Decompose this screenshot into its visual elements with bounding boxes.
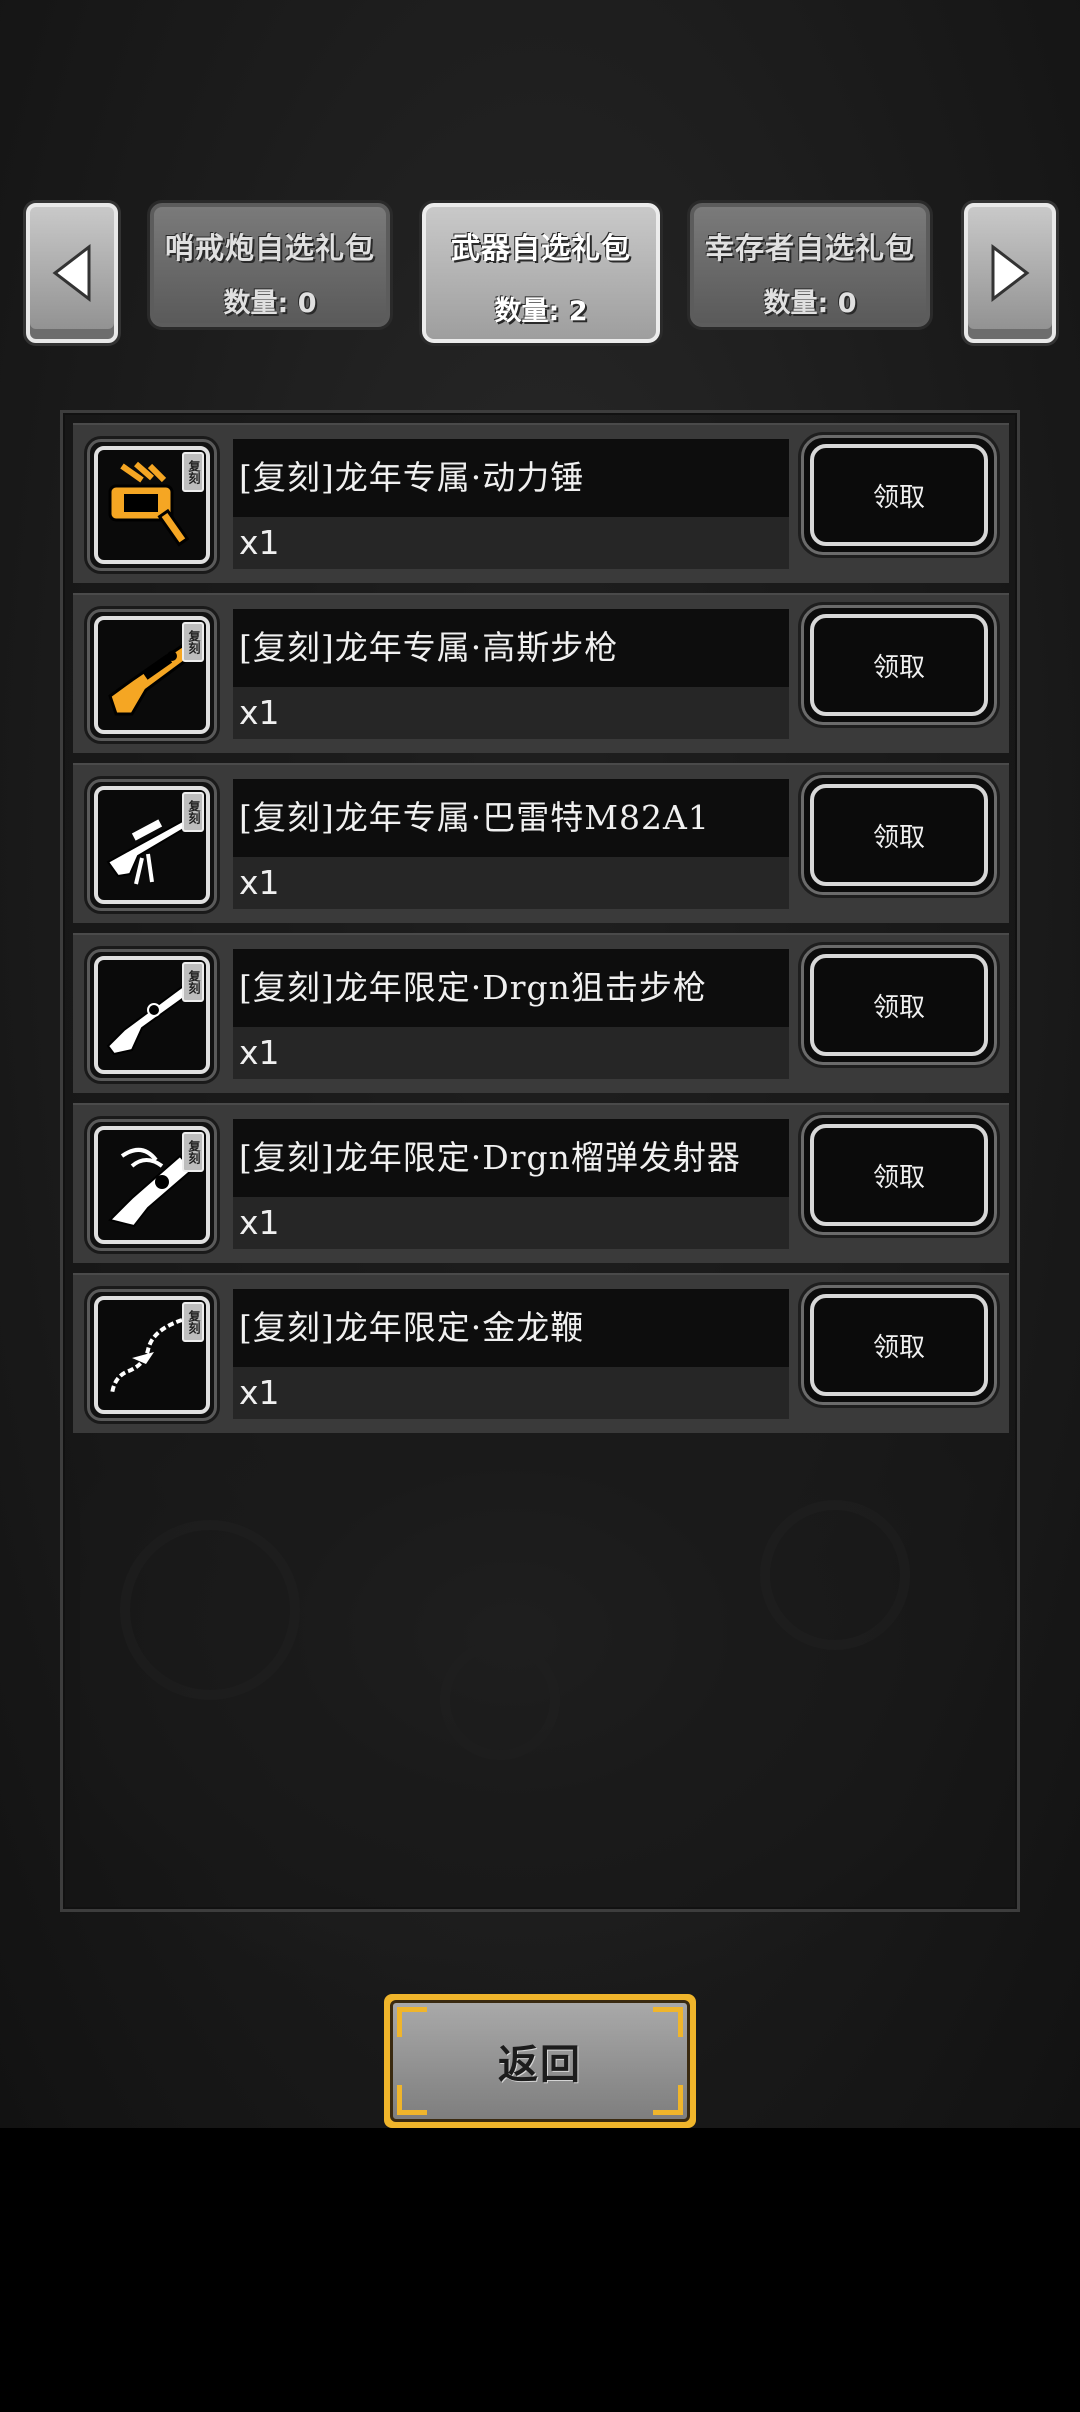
tab-name: 幸存者自选礼包 xyxy=(704,231,915,265)
item-name-bar: [复刻]龙年专属·巴雷特M82A1 xyxy=(233,779,789,857)
reward-row: 复刻 [复刻]龙年限定·Drgn狙击步枪 x1 领取 xyxy=(73,933,1009,1093)
next-tab-button[interactable] xyxy=(964,203,1056,343)
tab-sentry-gun-pack[interactable]: 哨戒炮自选礼包 数量: 0 xyxy=(150,203,390,327)
item-icon-frame[interactable]: 复刻 xyxy=(87,1289,217,1421)
tab-survivor-pack[interactable]: 幸存者自选礼包 数量: 0 xyxy=(690,203,930,327)
item-quantity: x1 xyxy=(239,863,280,902)
reward-list-panel: 复刻 [复刻]龙年专属·动力锤 x1 领取 复刻 [复刻]龙年专属·高斯步枪 x… xyxy=(60,410,1020,1912)
tab-count: 数量: 0 xyxy=(223,288,317,319)
reissue-badge: 复刻 xyxy=(182,792,204,832)
item-qty-bar: x1 xyxy=(233,687,789,739)
item-quantity: x1 xyxy=(239,1203,280,1242)
reward-row: 复刻 [复刻]龙年专属·高斯步枪 x1 领取 xyxy=(73,593,1009,753)
item-name: [复刻]龙年限定·Drgn狙击步枪 xyxy=(239,968,707,1007)
item-icon-frame[interactable]: 复刻 xyxy=(87,439,217,571)
item-quantity: x1 xyxy=(239,523,280,562)
back-button-label: 返回 xyxy=(498,2042,582,2088)
game-background: 哨戒炮自选礼包 数量: 0 武器自选礼包 数量: 2 幸存者自选礼包 数量: 0 xyxy=(0,0,1080,2128)
prev-tab-button[interactable] xyxy=(26,203,118,343)
item-quantity: x1 xyxy=(239,693,280,732)
reward-row: 复刻 [复刻]龙年限定·金龙鞭 x1 领取 xyxy=(73,1273,1009,1433)
reissue-badge: 复刻 xyxy=(182,622,204,662)
back-button[interactable]: 返回 xyxy=(384,1994,696,2128)
claim-button[interactable]: 领取 xyxy=(801,1285,997,1405)
item-qty-bar: x1 xyxy=(233,1367,789,1419)
reward-row: 复刻 [复刻]龙年专属·巴雷特M82A1 x1 领取 xyxy=(73,763,1009,923)
claim-button-label: 领取 xyxy=(872,652,925,683)
claim-button-label: 领取 xyxy=(872,992,925,1023)
tab-count: 数量: 0 xyxy=(763,288,857,319)
tab-name: 哨戒炮自选礼包 xyxy=(164,231,375,265)
claim-button[interactable]: 领取 xyxy=(801,775,997,895)
reissue-badge: 复刻 xyxy=(182,1302,204,1342)
reissue-badge: 复刻 xyxy=(182,452,204,492)
claim-button[interactable]: 领取 xyxy=(801,605,997,725)
claim-button[interactable]: 领取 xyxy=(801,945,997,1065)
item-qty-bar: x1 xyxy=(233,857,789,909)
item-icon-frame[interactable]: 复刻 xyxy=(87,609,217,741)
item-name: [复刻]龙年限定·Drgn榴弹发射器 xyxy=(239,1138,741,1177)
item-icon-frame[interactable]: 复刻 xyxy=(87,949,217,1081)
claim-button[interactable]: 领取 xyxy=(801,435,997,555)
item-name: [复刻]龙年专属·动力锤 xyxy=(239,458,585,497)
claim-button-label: 领取 xyxy=(872,1162,925,1193)
item-icon-frame[interactable]: 复刻 xyxy=(87,1119,217,1251)
tab-count: 数量: 2 xyxy=(494,296,588,327)
tab-weapon-pack[interactable]: 武器自选礼包 数量: 2 xyxy=(422,203,660,343)
item-name: [复刻]龙年专属·巴雷特M82A1 xyxy=(239,798,710,837)
item-name-bar: [复刻]龙年限定·金龙鞭 xyxy=(233,1289,789,1367)
arrow-left-icon xyxy=(52,243,91,303)
item-name-bar: [复刻]龙年专属·高斯步枪 xyxy=(233,609,789,687)
reissue-badge: 复刻 xyxy=(182,1132,204,1172)
item-qty-bar: x1 xyxy=(233,1197,789,1249)
item-name-bar: [复刻]龙年专属·动力锤 xyxy=(233,439,789,517)
reissue-badge: 复刻 xyxy=(182,962,204,1002)
arrow-right-icon xyxy=(991,243,1030,303)
item-qty-bar: x1 xyxy=(233,517,789,569)
reward-row: 复刻 [复刻]龙年限定·Drgn榴弹发射器 x1 领取 xyxy=(73,1103,1009,1263)
item-icon-frame[interactable]: 复刻 xyxy=(87,779,217,911)
item-quantity: x1 xyxy=(239,1373,280,1412)
claim-button-label: 领取 xyxy=(872,822,925,853)
item-name: [复刻]龙年限定·金龙鞭 xyxy=(239,1308,585,1347)
item-qty-bar: x1 xyxy=(233,1027,789,1079)
item-quantity: x1 xyxy=(239,1033,280,1072)
item-name-bar: [复刻]龙年限定·Drgn榴弹发射器 xyxy=(233,1119,789,1197)
claim-button[interactable]: 领取 xyxy=(801,1115,997,1235)
reward-row: 复刻 [复刻]龙年专属·动力锤 x1 领取 xyxy=(73,423,1009,583)
item-name-bar: [复刻]龙年限定·Drgn狙击步枪 xyxy=(233,949,789,1027)
item-name: [复刻]龙年专属·高斯步枪 xyxy=(239,628,619,667)
tab-name: 武器自选礼包 xyxy=(450,231,631,265)
claim-button-label: 领取 xyxy=(872,482,925,513)
claim-button-label: 领取 xyxy=(872,1332,925,1363)
